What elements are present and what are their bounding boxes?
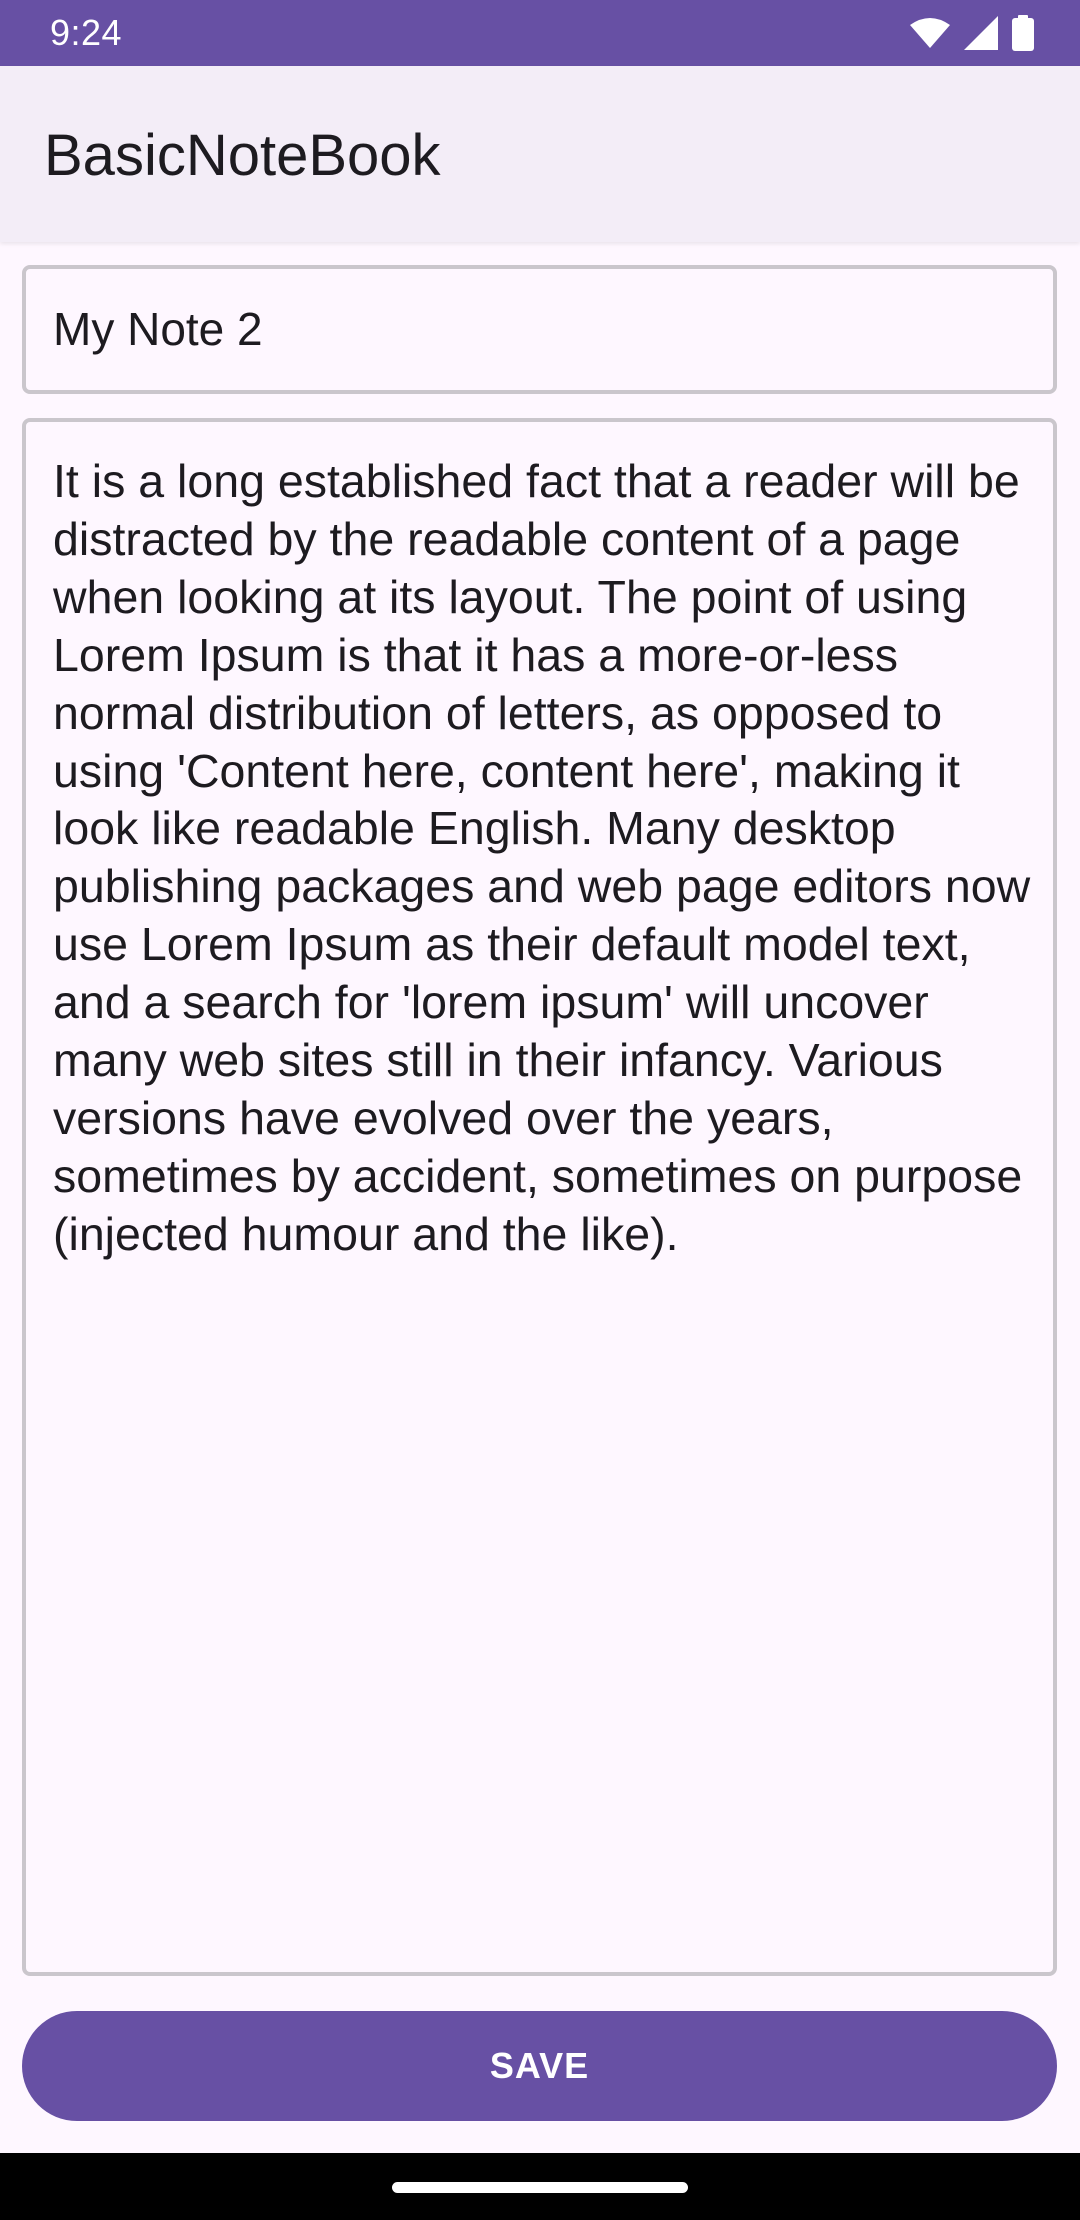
status-bar: 9:24 xyxy=(0,0,1080,66)
wifi-icon xyxy=(910,18,950,48)
app-bar: BasicNoteBook xyxy=(0,66,1080,242)
signal-icon xyxy=(964,16,998,50)
note-body-value[interactable]: It is a long established fact that a rea… xyxy=(53,453,1053,1264)
battery-icon xyxy=(1012,15,1034,51)
app-title: BasicNoteBook xyxy=(44,123,441,188)
status-icons xyxy=(910,14,1034,52)
note-title-value[interactable]: My Note 2 xyxy=(53,301,263,357)
status-time: 9:24 xyxy=(50,12,123,53)
save-button[interactable]: SAVE xyxy=(22,2011,1057,2121)
home-handle[interactable] xyxy=(392,2182,688,2193)
navigation-bar xyxy=(0,2153,1080,2220)
note-title-field[interactable]: My Note 2 xyxy=(22,265,1057,394)
note-body-field[interactable]: It is a long established fact that a rea… xyxy=(22,418,1057,1976)
